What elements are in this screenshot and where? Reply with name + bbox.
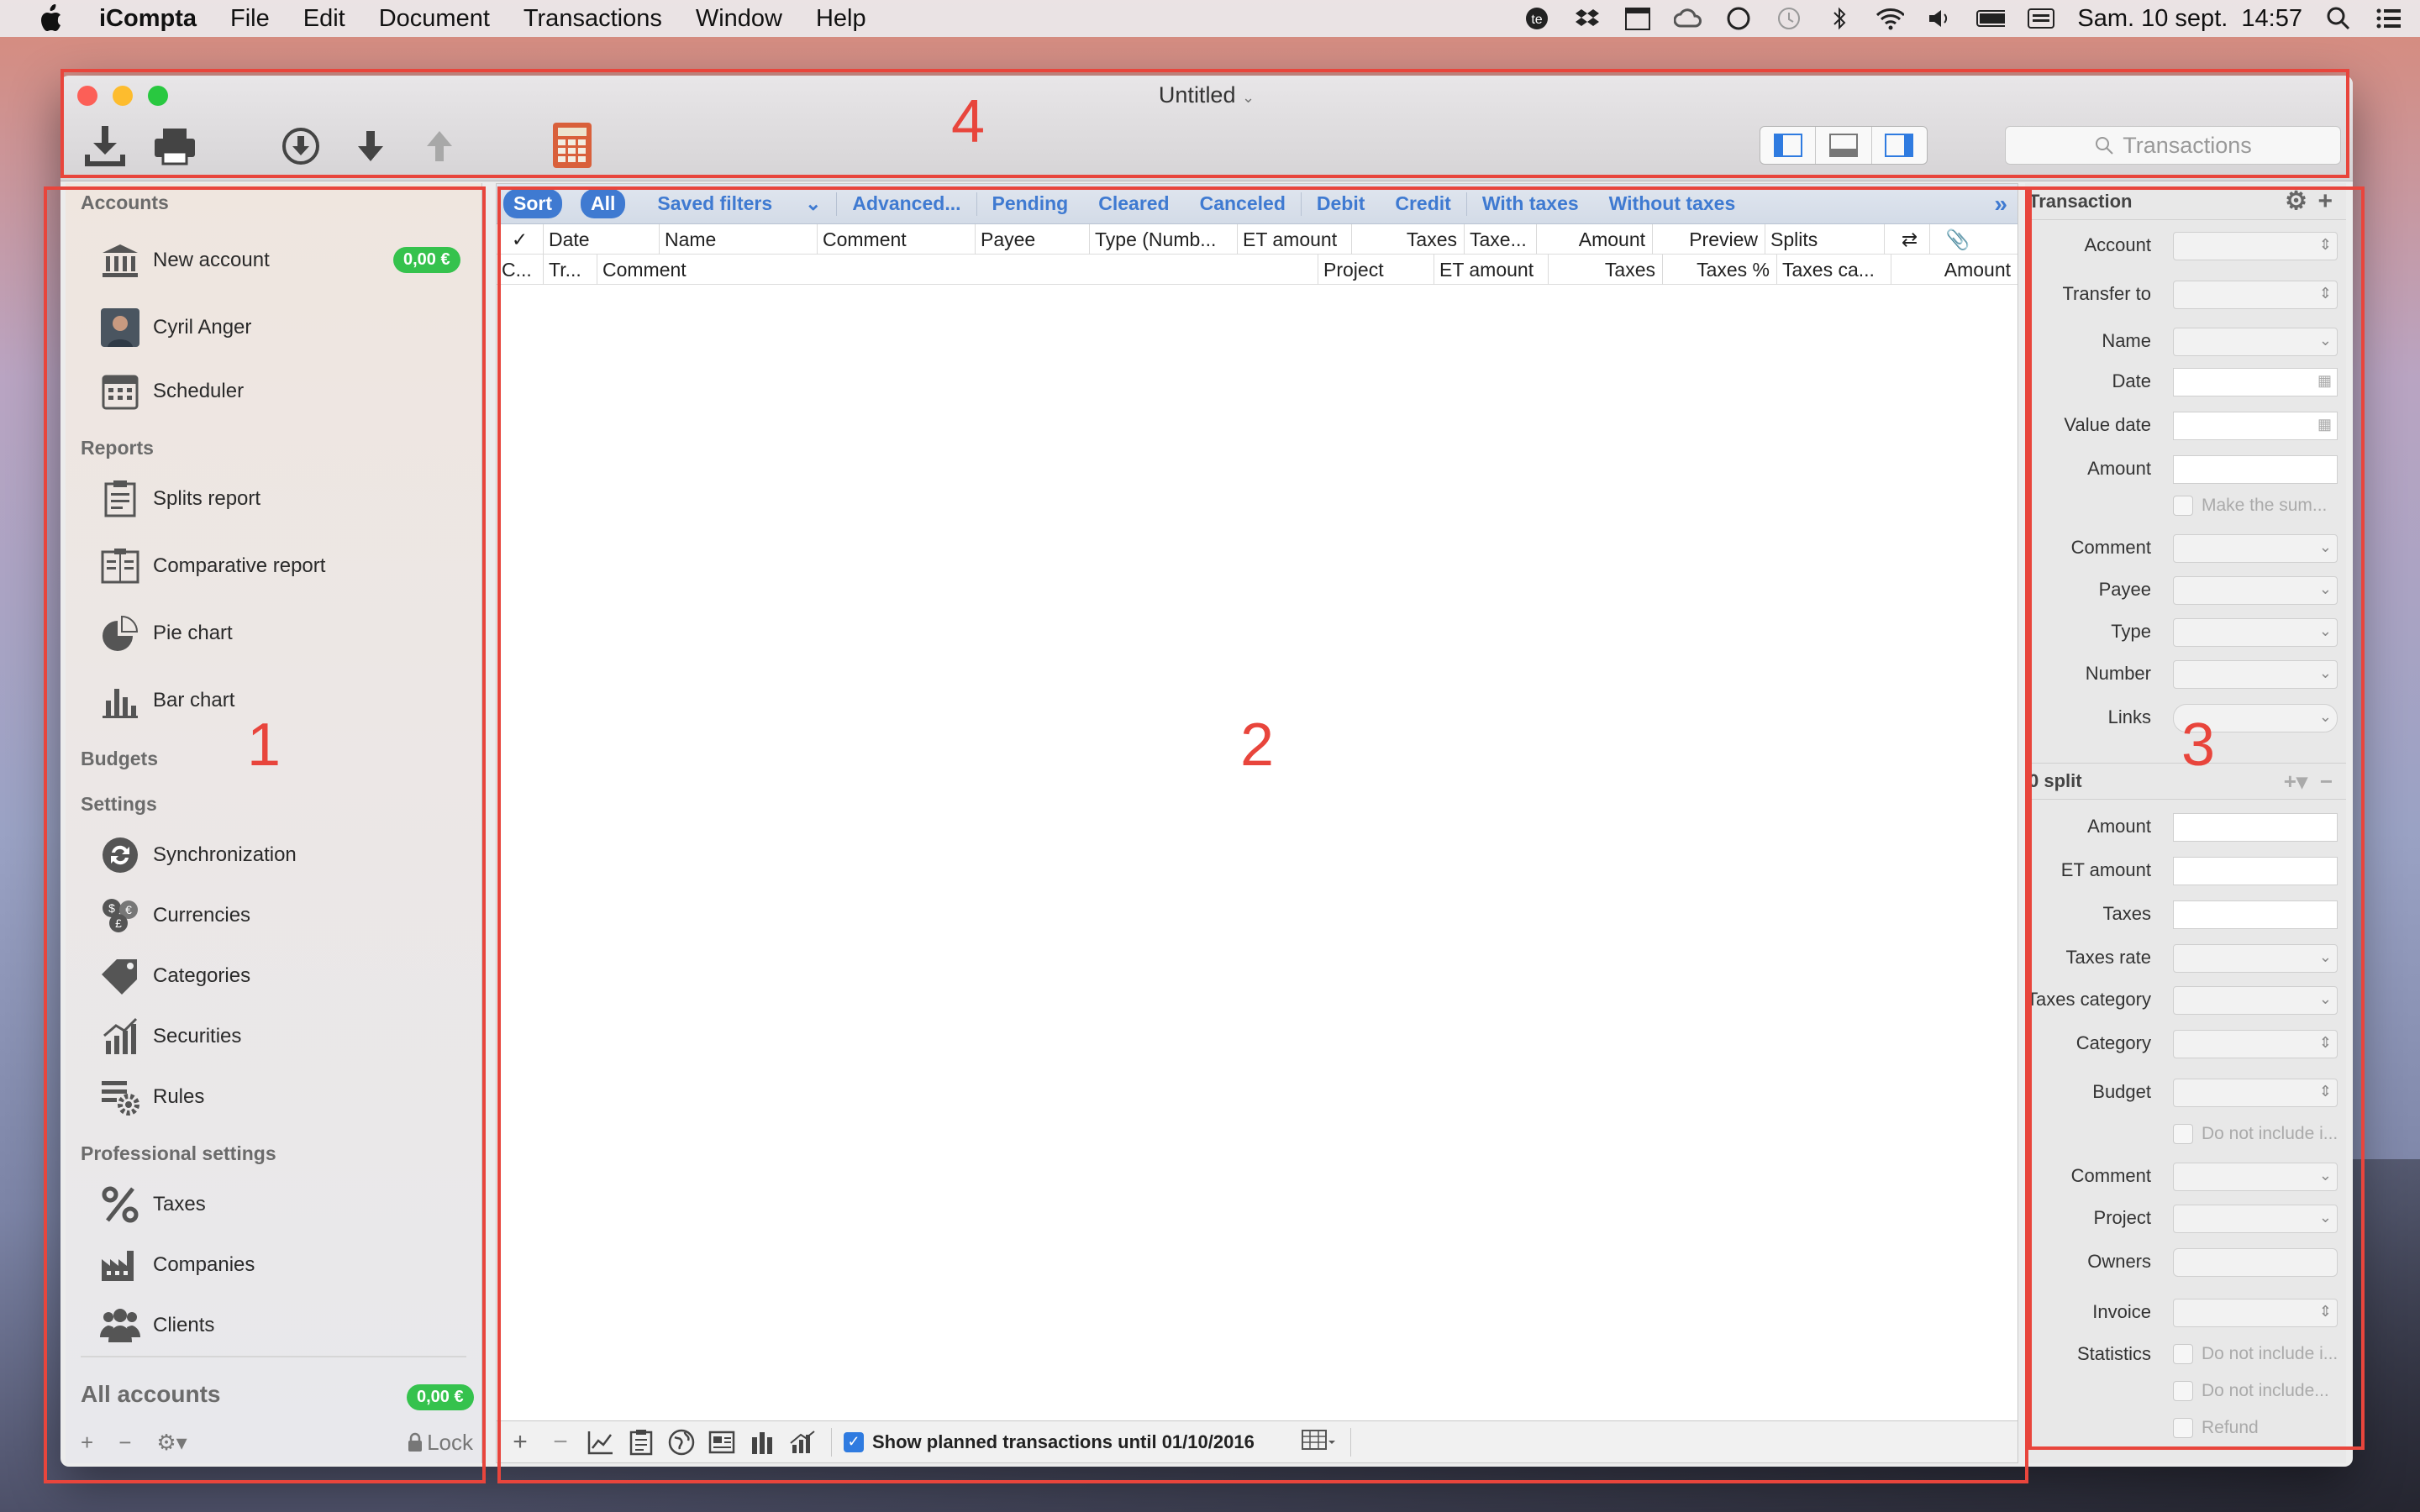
annotation-box-2: [497, 186, 2028, 1483]
menu-window[interactable]: Window: [696, 5, 782, 33]
annotation-box-4: [60, 69, 2349, 178]
menu-edit[interactable]: Edit: [303, 5, 345, 33]
annotation-label-4: 4: [951, 88, 986, 155]
annotation-label-1: 1: [247, 711, 281, 779]
status-menus: te Sam. 10 sept. 14:57: [1523, 0, 2403, 37]
speech-icon[interactable]: [1724, 6, 1753, 31]
annotation-box-3: [2028, 186, 2365, 1450]
annotation-label-2: 2: [1240, 711, 1275, 779]
battery-icon[interactable]: [1976, 6, 2006, 31]
menu-help[interactable]: Help: [816, 5, 866, 33]
calendar-icon[interactable]: [1623, 6, 1652, 31]
menu-file[interactable]: File: [230, 5, 270, 33]
te-icon[interactable]: te: [1523, 6, 1551, 31]
menu-app[interactable]: iCompta: [99, 5, 197, 33]
menu-bar: iCompta File Edit Document Transactions …: [0, 0, 2420, 37]
creative-cloud-icon[interactable]: [1674, 6, 1702, 31]
menubar-clock[interactable]: Sam. 10 sept. 14:57: [2077, 5, 2302, 33]
notification-center-icon[interactable]: [2375, 6, 2403, 31]
menu-document[interactable]: Document: [379, 5, 490, 33]
svg-text:te: te: [1532, 13, 1543, 27]
annotation-box-1: [44, 186, 486, 1483]
dropbox-icon[interactable]: [1573, 6, 1602, 31]
keyboard-icon[interactable]: [2027, 6, 2055, 31]
time-machine-icon[interactable]: [1775, 6, 1803, 31]
spotlight-icon[interactable]: [2324, 6, 2353, 31]
menu-transactions[interactable]: Transactions: [523, 5, 662, 33]
wifi-icon[interactable]: [1876, 6, 1905, 31]
volume-icon[interactable]: [1926, 6, 1954, 31]
apple-icon[interactable]: [34, 2, 67, 35]
bluetooth-icon[interactable]: [1825, 6, 1854, 31]
annotation-label-3: 3: [2181, 711, 2216, 779]
